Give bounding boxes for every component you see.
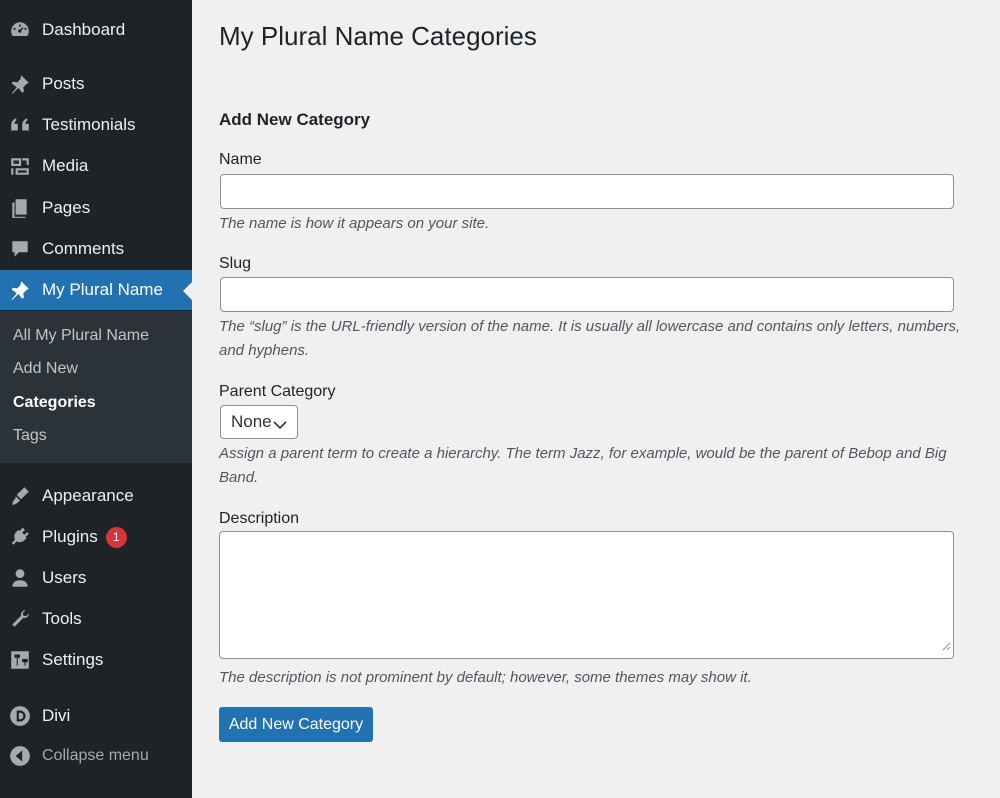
menu-item-dashboard[interactable]: Dashboard bbox=[0, 10, 192, 50]
main-content: My Plural Name Categories Add New Catego… bbox=[192, 0, 1000, 798]
menu-item-media[interactable]: Media bbox=[0, 146, 192, 186]
menu-label: Comments bbox=[42, 239, 125, 258]
menu-label: Pages bbox=[42, 198, 91, 217]
update-count-badge: 1 bbox=[105, 526, 127, 548]
menu-label: Testimonials bbox=[42, 115, 136, 134]
description-label: Description bbox=[219, 510, 300, 527]
user-icon bbox=[9, 567, 31, 589]
plug-icon bbox=[9, 526, 31, 548]
name-help-text: The name is how it appears on your site. bbox=[219, 215, 490, 232]
resize-grip-icon[interactable] bbox=[941, 638, 951, 656]
menu-label: Posts bbox=[42, 74, 85, 93]
chevron-down-icon bbox=[273, 416, 287, 436]
brush-icon bbox=[9, 485, 31, 507]
parent-category-help-text: Assign a parent term to create a hierarc… bbox=[219, 445, 947, 486]
menu-item-settings[interactable]: Settings bbox=[0, 640, 192, 680]
quote-icon bbox=[9, 114, 31, 136]
menu-label: Dashboard bbox=[42, 20, 126, 39]
menu-item-users[interactable]: Users bbox=[0, 558, 192, 598]
wrench-icon bbox=[9, 608, 31, 630]
collapse-icon bbox=[9, 745, 31, 767]
submenu-all-items[interactable]: All My Plural Name bbox=[13, 327, 149, 345]
media-icon bbox=[9, 155, 31, 177]
menu-label: Users bbox=[42, 568, 87, 587]
parent-category-select[interactable]: None bbox=[220, 405, 298, 439]
dashboard-icon bbox=[9, 19, 31, 41]
menu-label: Media bbox=[42, 156, 89, 175]
submenu-add-new[interactable]: Add New bbox=[13, 360, 78, 378]
menu-label: Appearance bbox=[42, 486, 134, 505]
name-input[interactable] bbox=[220, 174, 954, 209]
menu-item-posts[interactable]: Posts bbox=[0, 64, 192, 104]
menu-label: My Plural Name bbox=[42, 280, 163, 299]
description-textarea[interactable] bbox=[219, 531, 954, 659]
page-title: My Plural Name Categories bbox=[219, 21, 537, 51]
menu-label: Plugins bbox=[42, 527, 98, 546]
pin-icon bbox=[9, 73, 31, 95]
admin-sidebar: Dashboard Posts Testimonials Media Pages… bbox=[0, 0, 192, 798]
collapse-label: Collapse menu bbox=[42, 747, 149, 764]
pages-icon bbox=[9, 197, 31, 219]
submenu: All My Plural Name Add New Categories Ta… bbox=[0, 311, 192, 463]
submenu-tags[interactable]: Tags bbox=[13, 427, 47, 445]
menu-item-pages[interactable]: Pages bbox=[0, 188, 192, 228]
menu-item-plugins[interactable]: Plugins 1 bbox=[0, 517, 192, 557]
divi-icon bbox=[9, 705, 31, 727]
menu-item-comments[interactable]: Comments bbox=[0, 229, 192, 269]
comment-icon bbox=[9, 238, 31, 260]
menu-item-my-plural-name[interactable]: My Plural Name bbox=[0, 270, 192, 310]
description-help-text: The description is not prominent by defa… bbox=[219, 669, 752, 686]
submenu-categories[interactable]: Categories bbox=[13, 394, 96, 412]
menu-item-appearance[interactable]: Appearance bbox=[0, 476, 192, 516]
collapse-menu-button[interactable]: Collapse menu bbox=[0, 736, 192, 776]
slug-input[interactable] bbox=[220, 277, 954, 312]
section-title: Add New Category bbox=[219, 110, 371, 129]
add-new-category-button[interactable]: Add New Category bbox=[219, 707, 373, 742]
menu-label: Divi bbox=[42, 706, 71, 725]
menu-item-divi[interactable]: Divi bbox=[0, 696, 192, 736]
parent-category-label: Parent Category bbox=[219, 383, 336, 400]
settings-icon bbox=[9, 649, 31, 671]
pin-icon bbox=[9, 279, 31, 301]
menu-item-testimonials[interactable]: Testimonials bbox=[0, 105, 192, 145]
menu-label: Settings bbox=[42, 650, 104, 669]
select-value: None bbox=[231, 412, 272, 431]
menu-label: Tools bbox=[42, 609, 82, 628]
name-label: Name bbox=[219, 151, 262, 168]
current-indicator-arrow bbox=[183, 282, 192, 300]
menu-item-tools[interactable]: Tools bbox=[0, 599, 192, 639]
slug-help-text: The “slug” is the URL-friendly version o… bbox=[219, 318, 961, 359]
slug-label: Slug bbox=[219, 255, 252, 272]
